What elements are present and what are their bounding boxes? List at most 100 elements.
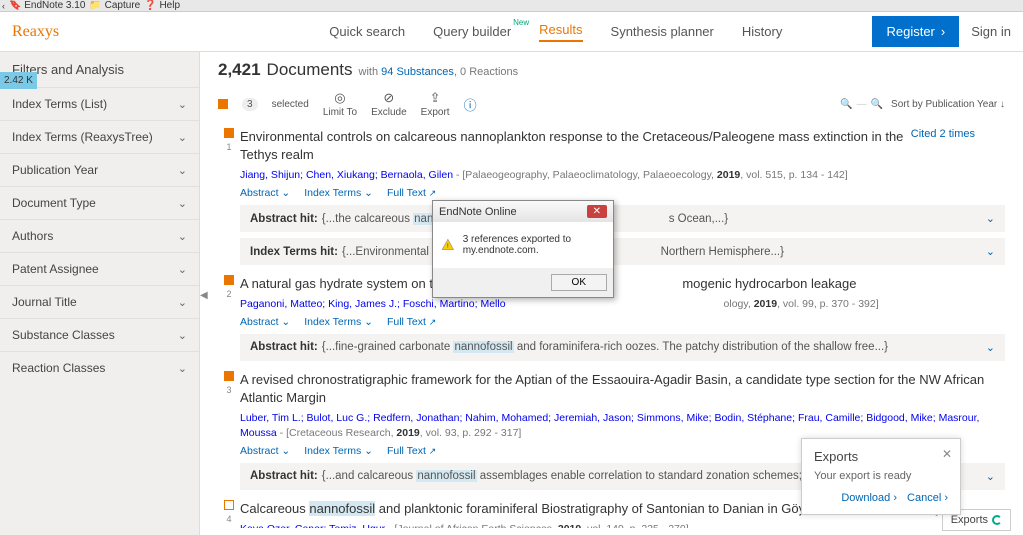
chevron-down-icon: ⌄ — [178, 329, 187, 342]
filter-doctype[interactable]: Document Type⌄ — [0, 186, 199, 219]
browser-tab-bar: ‹ 🔖 EndNote 3.10 📁 Capture ❓ Help — [0, 0, 1023, 12]
spinner-icon — [992, 515, 1002, 525]
filter-authors[interactable]: Authors⌄ — [0, 219, 199, 252]
zoom-slider[interactable]: — — [857, 99, 867, 110]
full-text-link[interactable]: Full Text ↗ — [387, 187, 436, 199]
result-authors: Jiang, Shijun; Chen, Xiukang; Bernaola, … — [240, 168, 1005, 183]
chevron-down-icon: ⌄ — [178, 164, 187, 177]
index-terms-link[interactable]: Index Terms ⌄ — [304, 445, 373, 457]
select-all-checkbox[interactable] — [218, 99, 228, 109]
nav-results[interactable]: Results — [539, 22, 582, 42]
chevron-down-icon: ⌄ — [178, 296, 187, 309]
dialog-message: 3 references exported to my.endnote.com. — [463, 234, 605, 256]
full-text-link[interactable]: Full Text ↗ — [387, 316, 436, 328]
bookmark-capture[interactable]: 📁 Capture — [89, 0, 140, 11]
author-link[interactable]: Jiang, Shijun; Chen, Xiukang; Bernaola, … — [240, 169, 453, 181]
filter-assignee[interactable]: Patent Assignee⌄ — [0, 252, 199, 285]
result-authors: Paganoni, Matteo; King, James J.; Foschi… — [240, 297, 1005, 312]
download-link[interactable]: Download › — [841, 492, 897, 504]
expand-hit-icon[interactable]: ⌄ — [986, 245, 995, 258]
filter-reaction[interactable]: Reaction Classes⌄ — [0, 351, 199, 384]
sub-counts: with 94 Substances, 0 Reactions — [359, 66, 519, 78]
register-button[interactable]: Register › — [872, 16, 959, 47]
nav-quick-search[interactable]: Quick search — [329, 24, 405, 39]
ok-button[interactable]: OK — [551, 274, 607, 291]
filter-index-tree[interactable]: Index Terms (ReaxysTree)⌄ — [0, 120, 199, 153]
filter-journal[interactable]: Journal Title⌄ — [0, 285, 199, 318]
abstract-link[interactable]: Abstract ⌄ — [240, 316, 290, 328]
svg-text:!: ! — [447, 243, 449, 250]
dialog-titlebar[interactable]: EndNote Online ✕ — [433, 201, 613, 222]
back-chevron-icon[interactable]: ‹ — [2, 1, 5, 11]
chevron-down-icon: ⌄ — [178, 197, 187, 210]
bookmark-help[interactable]: ❓ Help — [144, 0, 180, 11]
filter-substance[interactable]: Substance Classes⌄ — [0, 318, 199, 351]
nav-history[interactable]: History — [742, 24, 782, 39]
selected-count: 3 — [242, 98, 258, 111]
result-number: 4 — [226, 514, 231, 524]
bookmark-endnote[interactable]: 🔖 EndNote 3.10 — [9, 0, 85, 11]
result-number: 1 — [226, 142, 231, 152]
export-button[interactable]: ⇪Export — [421, 90, 450, 118]
abstract-hit: Abstract hit: {...fine-grained carbonate… — [240, 334, 1005, 361]
upload-icon: ⇪ — [430, 90, 441, 106]
external-icon: ↗ — [429, 317, 437, 327]
warning-icon: ! — [441, 236, 455, 254]
result-authors: Luber, Tim L.; Bulot, Luc G.; Redfern, J… — [240, 411, 1005, 440]
abstract-link[interactable]: Abstract ⌄ — [240, 187, 290, 199]
filter-index-list[interactable]: Index Terms (List)⌄ — [0, 87, 199, 120]
result-authors: Kaya Ozer, Caner; Temiz, Ugur - [Journal… — [240, 522, 1005, 528]
new-badge: New — [513, 18, 529, 27]
logo[interactable]: Reaxys — [12, 23, 59, 41]
zoom-out-icon[interactable]: 🔍 — [840, 99, 852, 110]
result-checkbox[interactable] — [224, 371, 234, 381]
index-terms-link[interactable]: Index Terms ⌄ — [304, 316, 373, 328]
result-title[interactable]: Environmental controls on calcareous nan… — [240, 128, 1005, 164]
chevron-down-icon: ⌄ — [178, 131, 187, 144]
close-icon[interactable]: ✕ — [942, 447, 952, 461]
selected-label: selected — [272, 99, 309, 110]
external-icon: ↗ — [429, 446, 437, 456]
result-number: 2 — [226, 289, 231, 299]
dialog-title: EndNote Online — [439, 206, 517, 218]
zoom-in-icon[interactable]: 🔍 — [871, 99, 883, 110]
external-icon: ↗ — [429, 188, 437, 198]
top-nav: Reaxys Quick search Query builderNew Res… — [0, 12, 1023, 52]
info-icon[interactable]: ⓘ — [464, 95, 477, 114]
filter-year[interactable]: Publication Year⌄ — [0, 153, 199, 186]
expand-hit-icon[interactable]: ⌄ — [986, 212, 995, 225]
toast-title: Exports — [814, 449, 948, 464]
filters-sidebar: Filters and Analysis Index Terms (List)⌄… — [0, 52, 200, 535]
limit-to-button[interactable]: ◎Limit To — [323, 90, 357, 118]
left-count-badge[interactable]: 2.42 K — [0, 72, 37, 89]
expand-hit-icon[interactable]: ⌄ — [986, 341, 995, 354]
expand-hit-icon[interactable]: ⌄ — [986, 470, 995, 483]
result-checkbox[interactable] — [224, 128, 234, 138]
substances-link[interactable]: 94 Substances — [381, 66, 454, 78]
close-icon[interactable]: ✕ — [587, 205, 607, 218]
cited-link[interactable]: Cited 2 times — [911, 128, 975, 140]
chevron-down-icon: ⌄ — [178, 230, 187, 243]
cancel-link[interactable]: Cancel › — [907, 492, 948, 504]
nav-synthesis[interactable]: Synthesis planner — [611, 24, 714, 39]
author-link[interactable]: Paganoni, Matteo; King, James J.; Foschi… — [240, 298, 506, 310]
result-title[interactable]: A natural gas hydrate system on the Exmo… — [240, 275, 1005, 293]
toast-message: Your export is ready — [814, 470, 948, 482]
sort-dropdown[interactable]: Sort by Publication Year ↓ — [891, 99, 1005, 110]
signin-link[interactable]: Sign in — [971, 24, 1011, 39]
nav-query-builder[interactable]: Query builderNew — [433, 24, 511, 39]
exports-toast: ✕ Exports Your export is ready Download … — [801, 438, 961, 515]
chevron-down-icon: ⌄ — [178, 362, 187, 375]
result-title[interactable]: A revised chronostratigraphic framework … — [240, 371, 1005, 407]
result-checkbox[interactable] — [224, 500, 234, 510]
exclude-icon: ⊘ — [383, 90, 394, 106]
author-link[interactable]: Kaya Ozer, Caner; Temiz, Ugur — [240, 523, 385, 528]
result-number: 3 — [226, 385, 231, 395]
abstract-link[interactable]: Abstract ⌄ — [240, 445, 290, 457]
chevron-down-icon: ⌄ — [178, 98, 187, 111]
index-terms-link[interactable]: Index Terms ⌄ — [304, 187, 373, 199]
full-text-link[interactable]: Full Text ↗ — [387, 445, 436, 457]
exclude-button[interactable]: ⊘Exclude — [371, 90, 407, 118]
sidebar-collapse-caret[interactable]: ◀ — [200, 290, 208, 301]
result-checkbox[interactable] — [224, 275, 234, 285]
